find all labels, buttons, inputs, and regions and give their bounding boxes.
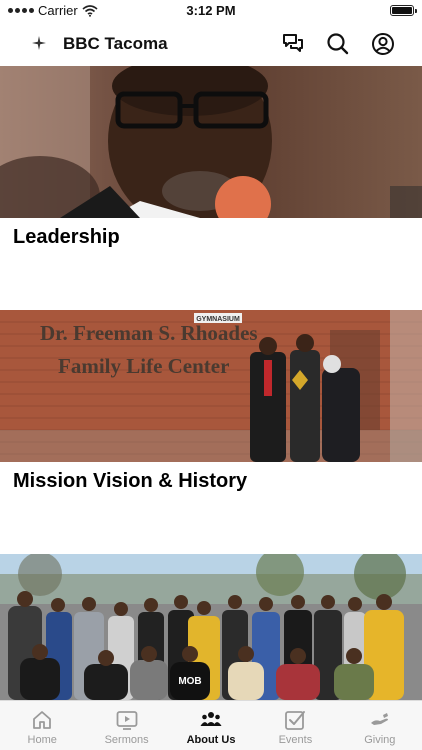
card-mission-vision-history[interactable]: GYMNASIUM Dr. Freeman S. Rhoades Family … xyxy=(0,310,422,554)
tab-label-home: Home xyxy=(27,734,57,746)
group-image[interactable]: MOB xyxy=(0,554,422,700)
battery-icon xyxy=(390,5,417,16)
tab-giving[interactable]: Giving xyxy=(338,701,422,750)
card-title-leadership[interactable]: Leadership xyxy=(13,226,120,249)
building-sign-line2: Family Life Center xyxy=(58,354,229,378)
tab-events[interactable]: Events xyxy=(253,701,337,750)
card-title-mission[interactable]: Mission Vision & History xyxy=(13,470,247,493)
tab-label-events: Events xyxy=(278,734,313,746)
card-leadership[interactable]: Leadership xyxy=(0,66,422,310)
mission-image[interactable]: GYMNASIUM Dr. Freeman S. Rhoades Family … xyxy=(0,310,422,462)
card-group-photo[interactable]: MOB xyxy=(0,554,422,700)
status-bar: Carrier 3:12 PM xyxy=(0,0,422,22)
tab-about-us[interactable]: About Us xyxy=(169,701,253,750)
tab-label-giving: Giving xyxy=(364,734,396,746)
tab-home[interactable]: Home xyxy=(0,701,84,750)
tab-sermons[interactable]: Sermons xyxy=(84,701,168,750)
tab-label-about-us: About Us xyxy=(186,734,236,746)
checkbox-icon xyxy=(285,711,306,730)
people-icon xyxy=(200,712,222,726)
content-feed[interactable]: Leadership GYMNASIUM Dr. Freeman S. Rhoa… xyxy=(0,66,422,700)
hand-icon xyxy=(370,713,388,725)
leadership-image[interactable] xyxy=(0,66,422,218)
app-title: BBC Tacoma xyxy=(63,34,168,53)
profile-icon[interactable] xyxy=(370,31,396,57)
tab-bar: Home Sermons About Us Events Giving xyxy=(0,700,422,750)
app-header: BBC Tacoma xyxy=(0,22,422,66)
play-icon xyxy=(116,711,138,730)
search-icon[interactable] xyxy=(325,31,351,57)
chat-icon[interactable] xyxy=(280,31,306,57)
shirt-text: MOB xyxy=(178,676,201,687)
sparkle-icon[interactable] xyxy=(30,34,48,52)
status-time: 3:12 PM xyxy=(186,3,236,18)
building-sign-line1: Dr. Freeman S. Rhoades xyxy=(40,321,258,345)
home-icon xyxy=(33,711,52,729)
tab-label-sermons: Sermons xyxy=(104,734,149,746)
